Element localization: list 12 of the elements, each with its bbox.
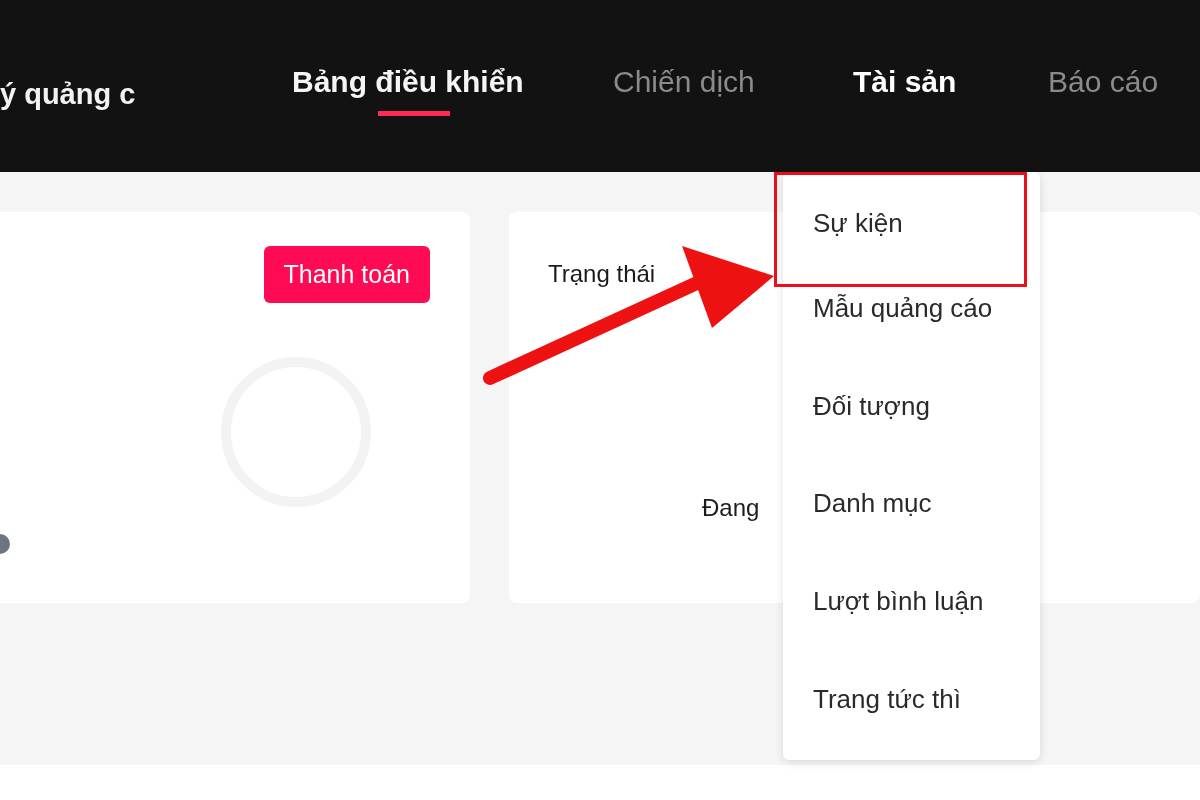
payment-button[interactable]: Thanh toán <box>263 246 430 303</box>
brand-title: ý quảng c <box>0 76 137 111</box>
status-text: Đang <box>702 494 760 522</box>
card-title: Trạng thái <box>548 260 657 288</box>
menu-item[interactable]: Lượt bình luận <box>783 565 1040 663</box>
nav-tab[interactable]: Bảng điều khiển <box>292 65 524 117</box>
menu-item[interactable]: Đối tượng <box>783 369 1040 468</box>
menu-item[interactable]: Danh mục <box>783 467 1040 565</box>
nav-tab[interactable]: Báo cáo <box>1048 65 1159 117</box>
nav-tab[interactable]: Tài sản <box>853 65 957 117</box>
menu-item[interactable]: Trang tức thì <box>783 662 1040 761</box>
nav-tab[interactable]: Chiến dịch <box>613 65 755 117</box>
